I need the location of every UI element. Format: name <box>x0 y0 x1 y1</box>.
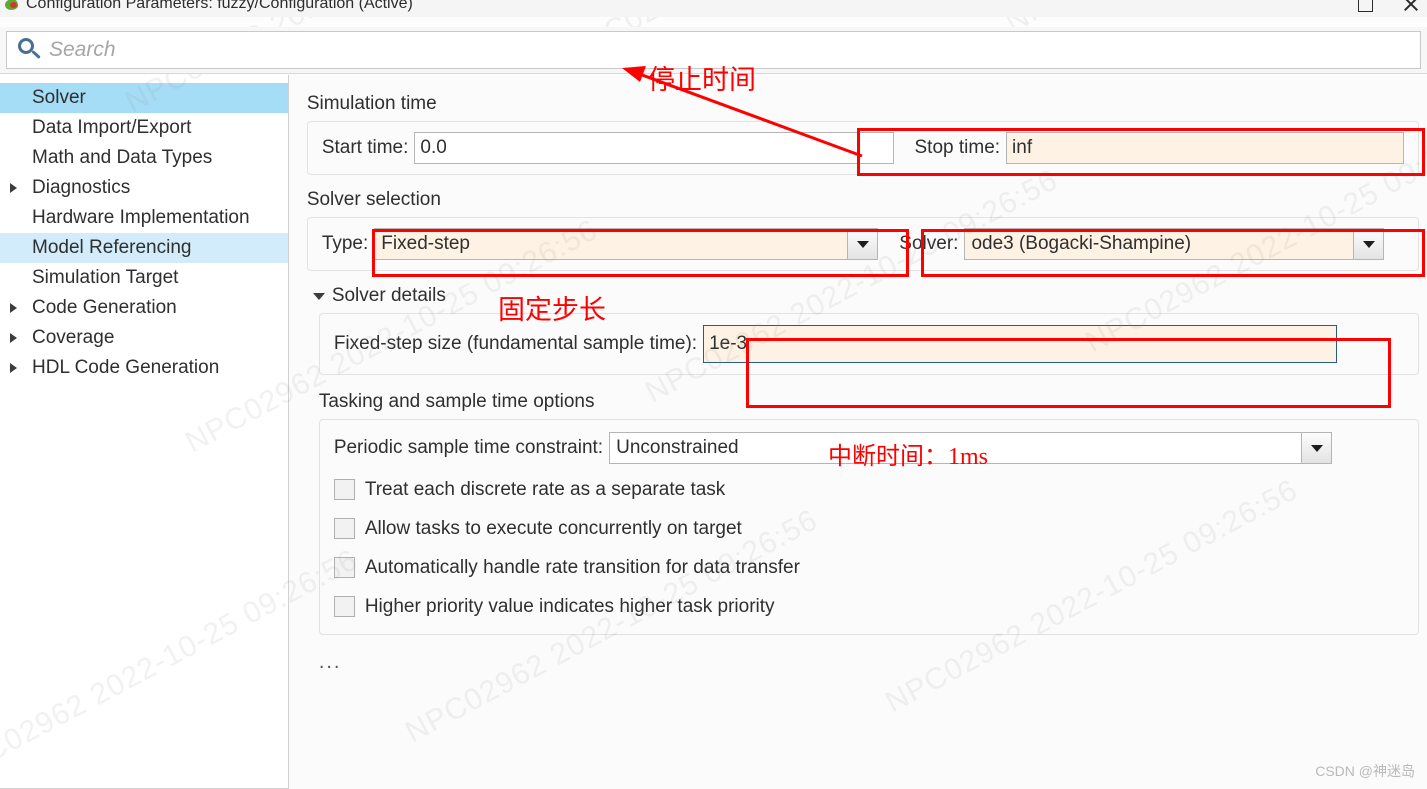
solver-type-dropdown[interactable]: Fixed-step <box>374 228 879 260</box>
solver-details-label: Solver details <box>331 285 446 306</box>
checkbox-row-task-priority[interactable]: Higher priority value indicates higher t… <box>333 587 1404 626</box>
checkbox-label: Treat each discrete rate as a separate t… <box>364 478 726 500</box>
solver-label: Solver: <box>899 233 959 254</box>
checkbox-label: Higher priority value indicates higher t… <box>364 595 775 617</box>
sidebar-item-label: Hardware Implementation <box>32 207 250 228</box>
chevron-down-icon <box>312 292 325 300</box>
chevron-down-icon[interactable] <box>1301 433 1332 463</box>
solver-dropdown[interactable]: ode3 (Bogacki-Shampine) <box>964 228 1385 260</box>
checkbox-row-concurrent-execution[interactable]: Allow tasks to execute concurrently on t… <box>333 509 1404 548</box>
sidebar-item-label: Model Referencing <box>32 237 192 258</box>
sidebar-item-data-import-export[interactable]: Data Import/Export <box>0 113 288 143</box>
checkbox-separate-task[interactable] <box>333 479 355 500</box>
search-icon <box>13 34 45 66</box>
stop-time-label: Stop time: <box>914 137 1001 158</box>
chevron-right-icon[interactable] <box>10 303 26 313</box>
sidebar-item-model-referencing[interactable]: Model Referencing <box>0 233 288 263</box>
checkbox-label: Automatically handle rate transition for… <box>364 556 800 578</box>
checkbox-row-rate-transition[interactable]: Automatically handle rate transition for… <box>333 548 1404 587</box>
solver-selection-group-label: Solver selection <box>306 189 441 210</box>
start-time-input[interactable] <box>414 132 894 164</box>
sidebar-item-label: Solver <box>32 87 86 108</box>
sidebar-item-math-and-data-types[interactable]: Math and Data Types <box>0 143 288 173</box>
sidebar-item-code-generation[interactable]: Code Generation <box>0 293 288 323</box>
tasking-panel: Periodic sample time constraint: Unconst… <box>318 419 1419 635</box>
solver-details-toggle[interactable]: Solver details <box>312 285 1419 307</box>
start-time-label: Start time: <box>321 137 409 158</box>
checkbox-rate-transition[interactable] <box>333 557 355 578</box>
sidebar-item-label: Data Import/Export <box>32 117 192 138</box>
sidebar-item-label: Coverage <box>32 327 115 348</box>
simulation-time-group-label: Simulation time <box>306 93 437 114</box>
simulink-leaf-icon <box>5 0 20 12</box>
sidebar-item-hdl-code-generation[interactable]: HDL Code Generation <box>0 353 288 383</box>
search-input[interactable] <box>45 38 1420 62</box>
chevron-right-icon[interactable] <box>10 333 26 343</box>
title-bar: Configuration Parameters: fuzzy/Configur… <box>0 0 1427 17</box>
sidebar-item-coverage[interactable]: Coverage <box>0 323 288 353</box>
fixed-step-size-input[interactable] <box>703 325 1338 363</box>
sidebar-item-label: Code Generation <box>32 297 177 318</box>
sidebar-item-label: Math and Data Types <box>32 147 213 168</box>
periodic-sample-time-dropdown[interactable]: Unconstrained <box>609 432 1333 464</box>
chevron-right-icon[interactable] <box>10 183 26 193</box>
periodic-sample-time-value: Unconstrained <box>616 437 739 458</box>
body-area: Solver Data Import/Export Math and Data … <box>0 75 1427 789</box>
sidebar-item-hardware-implementation[interactable]: Hardware Implementation <box>0 203 288 233</box>
stop-time-input[interactable] <box>1006 132 1404 164</box>
sidebar-item-simulation-target[interactable]: Simulation Target <box>0 263 288 293</box>
configuration-parameters-window: NPC02962 2022-10-25 09:26:56 NPC02962 20… <box>0 0 1427 789</box>
periodic-sample-time-row: Periodic sample time constraint: Unconst… <box>334 432 1404 464</box>
checkbox-task-priority[interactable] <box>333 596 355 617</box>
chevron-down-icon[interactable] <box>847 229 878 259</box>
search-bar <box>0 27 1427 74</box>
window-controls <box>1355 0 1421 17</box>
fixed-step-size-label: Fixed-step size (fundamental sample time… <box>333 333 698 354</box>
checkbox-concurrent-execution[interactable] <box>333 518 355 539</box>
window-title: Configuration Parameters: fuzzy/Configur… <box>26 0 413 12</box>
tasking-group-label: Tasking and sample time options <box>318 391 595 412</box>
overflow-indicator[interactable]: ... <box>319 651 1419 674</box>
periodic-sample-time-label: Periodic sample time constraint: <box>333 437 604 458</box>
search-box[interactable] <box>6 31 1421 69</box>
solver-details-panel: Fixed-step size (fundamental sample time… <box>318 313 1419 375</box>
checkbox-label: Allow tasks to execute concurrently on t… <box>364 517 742 539</box>
chevron-right-icon[interactable] <box>10 363 26 373</box>
sidebar-item-solver[interactable]: Solver <box>0 83 288 113</box>
sidebar-item-diagnostics[interactable]: Diagnostics <box>0 173 288 203</box>
chevron-down-icon[interactable] <box>1353 229 1384 259</box>
checkbox-row-separate-task[interactable]: Treat each discrete rate as a separate t… <box>333 470 1404 509</box>
solver-type-value: Fixed-step <box>381 233 470 254</box>
solver-value: ode3 (Bogacki-Shampine) <box>971 233 1192 254</box>
sidebar-item-label: Diagnostics <box>32 177 131 198</box>
maximize-icon[interactable] <box>1355 0 1375 14</box>
simulation-time-panel: Start time: Stop time: <box>306 121 1419 175</box>
solver-type-label: Type: <box>321 233 369 254</box>
csdn-watermark: CSDN @神迷岛 <box>1315 763 1415 779</box>
sidebar-item-label: HDL Code Generation <box>32 357 220 378</box>
solver-selection-panel: Type: Fixed-step Solver: ode3 (Bogacki-S… <box>306 217 1419 271</box>
sidebar-item-label: Simulation Target <box>32 267 179 288</box>
close-icon[interactable] <box>1401 0 1421 14</box>
solver-settings-pane: Simulation time Start time: Stop time: S… <box>288 75 1427 789</box>
sidebar-navigation: Solver Data Import/Export Math and Data … <box>0 75 289 789</box>
